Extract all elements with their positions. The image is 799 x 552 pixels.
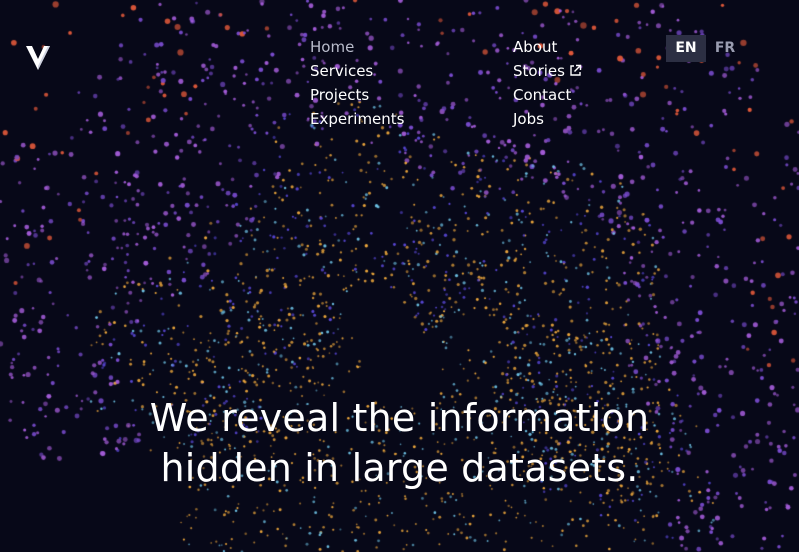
nav-jobs[interactable]: Jobs — [513, 107, 582, 131]
nav-home[interactable]: Home — [310, 35, 404, 59]
nav-services[interactable]: Services — [310, 59, 404, 83]
hero-headline: We reveal the information hidden in larg… — [0, 393, 799, 493]
logo-v-icon[interactable] — [24, 42, 52, 72]
language-en-button[interactable]: EN — [666, 35, 706, 62]
nav-experiments[interactable]: Experiments — [310, 107, 404, 131]
main-nav-secondary: About Stories Contact Jobs — [513, 35, 582, 131]
nav-projects[interactable]: Projects — [310, 83, 404, 107]
hero-line-2: hidden in large datasets. — [160, 446, 639, 490]
nav-contact[interactable]: Contact — [513, 83, 582, 107]
hero-line-1: We reveal the information — [149, 396, 650, 440]
language-fr-button[interactable]: FR — [708, 35, 742, 62]
main-nav-primary: Home Services Projects Experiments — [310, 35, 404, 131]
nav-stories-label: Stories — [513, 62, 565, 80]
nav-stories[interactable]: Stories — [513, 59, 582, 83]
external-link-icon — [570, 64, 582, 76]
nav-about[interactable]: About — [513, 35, 582, 59]
